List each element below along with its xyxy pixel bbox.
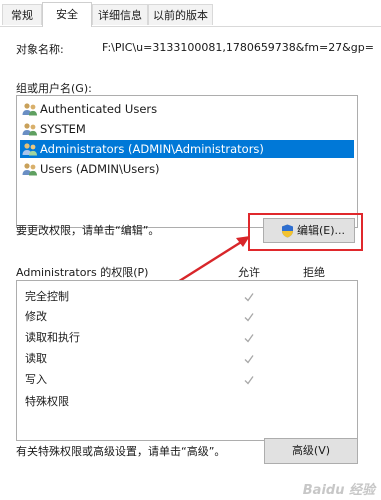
uac-shield-icon	[282, 224, 293, 238]
change-permissions-hint: 要更改权限，请单击“编辑”。	[16, 224, 160, 237]
user-group-icon	[22, 103, 37, 116]
user-list-item[interactable]: Authenticated Users	[20, 100, 354, 118]
user-group-icon	[22, 163, 37, 176]
groups-label: 组或用户名(G):	[16, 82, 92, 95]
user-name: Users (ADMIN\Users)	[40, 162, 160, 176]
user-group-icon	[22, 143, 37, 156]
allow-check-icon	[244, 354, 254, 364]
object-name-label: 对象名称:	[16, 43, 64, 56]
edit-button-label: 编辑(E)...	[297, 224, 346, 237]
permission-row: 修改	[25, 310, 47, 323]
user-name: Authenticated Users	[40, 102, 158, 116]
allow-check-icon	[244, 333, 254, 343]
permission-row: 写入	[25, 373, 47, 386]
object-name-value: F:\PIC\u=3133100081,1780659738&fm=27&gp=	[102, 41, 374, 54]
watermark: Baidu 经验	[302, 483, 375, 498]
user-name: SYSTEM	[40, 122, 86, 136]
advanced-button-label: 高级(V)	[291, 444, 331, 457]
permissions-list: 完全控制 修改 读取和执行 读取 写入 特殊权限	[16, 280, 358, 441]
tab-details[interactable]: 详细信息	[92, 4, 148, 25]
tab-general[interactable]: 常规	[2, 4, 42, 25]
permission-row: 完全控制	[25, 290, 69, 303]
advanced-hint: 有关特殊权限或高级设置，请单击“高级”。	[16, 445, 226, 458]
user-list[interactable]: Authenticated Users SYSTEM Administrator…	[16, 95, 358, 228]
user-list-item[interactable]: Users (ADMIN\Users)	[20, 160, 354, 178]
allow-check-icon	[244, 292, 254, 302]
tab-previous-versions[interactable]: 以前的版本	[148, 4, 213, 25]
permission-row: 特殊权限	[25, 395, 69, 408]
user-list-item[interactable]: SYSTEM	[20, 120, 354, 138]
tab-bar: 常规 安全 详细信息 以前的版本	[0, 0, 381, 27]
edit-button[interactable]: 编辑(E)...	[263, 218, 355, 243]
allow-check-icon	[244, 375, 254, 385]
user-name: Administrators (ADMIN\Administrators)	[40, 142, 264, 156]
allow-check-icon	[244, 312, 254, 322]
user-group-icon	[22, 123, 37, 136]
permission-row: 读取	[25, 352, 47, 365]
allow-column-header: 允许	[238, 266, 260, 279]
permission-row: 读取和执行	[25, 331, 80, 344]
tab-security[interactable]: 安全	[42, 2, 92, 27]
permissions-title: Administrators 的权限(P)	[16, 266, 149, 279]
security-panel: 对象名称: F:\PIC\u=3133100081,1780659738&fm=…	[0, 27, 381, 500]
deny-column-header: 拒绝	[303, 266, 325, 279]
user-list-item-selected[interactable]: Administrators (ADMIN\Administrators)	[20, 140, 354, 158]
advanced-button[interactable]: 高级(V)	[264, 438, 358, 464]
